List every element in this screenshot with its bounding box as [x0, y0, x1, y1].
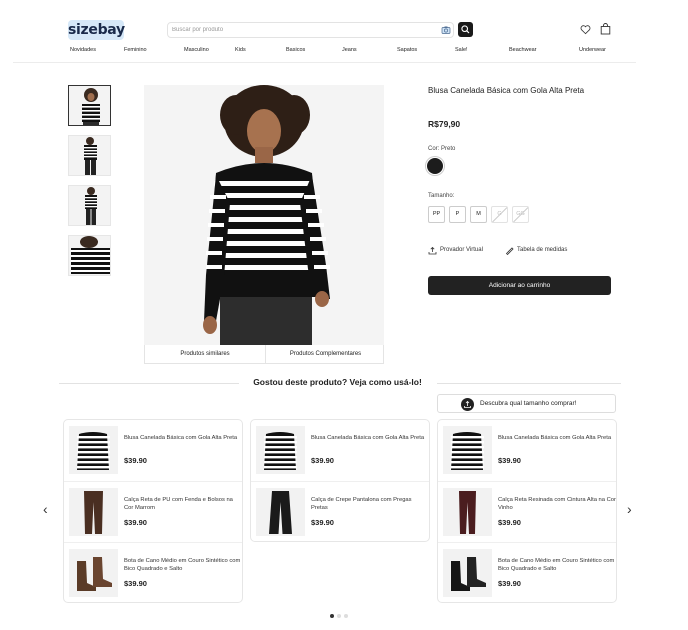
sizebay-logo[interactable]: sizebay: [68, 20, 125, 40]
look-item-name: Calça Reta de PU com Fenda e Bolsos na C…: [124, 497, 233, 511]
thumbnail-image: [69, 86, 110, 125]
thumbnail-image: [69, 136, 110, 175]
carousel-prev-button[interactable]: ‹: [43, 502, 48, 516]
upload-icon: [428, 246, 437, 255]
carousel-dot[interactable]: [337, 614, 341, 618]
carousel-dot[interactable]: [344, 614, 348, 618]
carousel-dot[interactable]: [330, 614, 334, 618]
look-item[interactable]: Calça Reta de PU com Fenda e Bolsos na C…: [64, 481, 242, 542]
heart-icon[interactable]: [580, 24, 591, 35]
thumbnail-2[interactable]: [68, 135, 111, 176]
nav-underwear[interactable]: Underwear: [579, 47, 606, 53]
look-item-name: Calça Reta Resinada com Cintura Alta na …: [498, 497, 616, 511]
color-label: Cor: Preto: [428, 146, 456, 152]
size-finder-label: Descubra qual tamanho comprar!: [480, 400, 577, 407]
model-photo: [144, 85, 384, 345]
nav-basicos[interactable]: Basicos: [286, 47, 305, 53]
size-label: Tamanho:: [428, 193, 455, 199]
product-title: Blusa Canelada Básica com Gola Alta Pret…: [428, 86, 585, 95]
look-item-name: Blusa Canelada Básica com Gola Alta Pret…: [311, 435, 425, 441]
look-item-price: $39.90: [498, 456, 521, 465]
look-item-image: [256, 488, 305, 536]
ruler-icon: [505, 247, 514, 255]
look-item-price: $39.90: [124, 579, 147, 588]
look-item-name: Bota de Cano Médio em Couro Sintético co…: [124, 558, 241, 572]
main-nav: Novidades Feminino Masculino Kids Basico…: [0, 47, 688, 57]
size-finder-button[interactable]: Descubra qual tamanho comprar!: [437, 394, 616, 413]
look-item-name: Bota de Cano Médio em Couro Sintético co…: [498, 558, 615, 572]
look-item-name: Calça de Crepe Pantalona com Pregas Pret…: [311, 497, 412, 511]
look-item-image: [69, 549, 118, 597]
virtual-fitter-label: Provador Virtual: [440, 247, 483, 253]
look-item-name: Blusa Canelada Básica com Gola Alta Pret…: [124, 435, 238, 441]
product-price: R$79,90: [428, 119, 461, 129]
product-tabs: Produtos similares Produtos Complementar…: [144, 345, 384, 364]
search-bar[interactable]: [167, 22, 454, 38]
size-finder-icon: [461, 398, 474, 411]
size-option-g: G: [491, 206, 508, 223]
look-item[interactable]: Bota de Cano Médio em Couro Sintético co…: [438, 542, 616, 603]
look-item-image: [443, 549, 492, 597]
look-item[interactable]: Blusa Canelada Básica com Gola Alta Pret…: [251, 420, 429, 481]
nav-sapatos[interactable]: Sapatos: [397, 47, 417, 53]
nav-feminino[interactable]: Feminino: [124, 47, 147, 53]
look-item[interactable]: Bota de Cano Médio em Couro Sintético co…: [64, 542, 242, 603]
add-to-cart-button[interactable]: Adicionar ao carrinho: [428, 276, 611, 295]
section-divider-right: [437, 383, 621, 384]
look-item-price: $39.90: [498, 579, 521, 588]
thumbnail-4[interactable]: [68, 235, 111, 276]
thumbnail-image: [69, 186, 110, 225]
look-item-price: $39.90: [124, 518, 147, 527]
search-input[interactable]: [172, 24, 432, 36]
look-item-image: [443, 426, 492, 474]
look-item[interactable]: Calça Reta Resinada com Cintura Alta na …: [438, 481, 616, 542]
shopping-bag-icon[interactable]: [600, 23, 611, 35]
nav-masculino[interactable]: Masculino: [184, 47, 209, 53]
carousel-next-button[interactable]: ›: [627, 502, 632, 516]
size-option-pp[interactable]: PP: [428, 206, 445, 223]
size-option-p[interactable]: P: [449, 206, 466, 223]
look-item[interactable]: Blusa Canelada Básica com Gola Alta Pret…: [438, 420, 616, 481]
nav-novidades[interactable]: Novidades: [70, 47, 96, 53]
nav-beachwear[interactable]: Beachwear: [509, 47, 537, 53]
look-item-image: [256, 426, 305, 474]
look-item-price: $39.90: [498, 518, 521, 527]
look-item-image: [69, 488, 118, 536]
tab-similar-products[interactable]: Produtos similares: [145, 345, 265, 364]
look-item[interactable]: Calça de Crepe Pantalona com Pregas Pret…: [251, 481, 429, 542]
section-divider-left: [59, 383, 239, 384]
search-icon: [461, 25, 470, 34]
look-item[interactable]: Blusa Canelada Básica com Gola Alta Pret…: [64, 420, 242, 481]
look-card: Blusa Canelada Básica com Gola Alta Pret…: [63, 419, 243, 603]
look-item-image: [69, 426, 118, 474]
thumbnail-3[interactable]: [68, 185, 111, 226]
nav-kids[interactable]: Kids: [235, 47, 246, 53]
look-item-price: $39.90: [124, 456, 147, 465]
look-card: Blusa Canelada Básica com Gola Alta Pret…: [250, 419, 430, 542]
look-item-name: Blusa Canelada Básica com Gola Alta Pret…: [498, 435, 612, 441]
product-main-image[interactable]: [144, 85, 384, 345]
color-swatch-black[interactable]: [427, 158, 443, 174]
size-option-gg: GG: [512, 206, 529, 223]
size-option-m[interactable]: M: [470, 206, 487, 223]
thumbnail-1[interactable]: [68, 85, 111, 126]
look-card: Blusa Canelada Básica com Gola Alta Pret…: [437, 419, 617, 603]
look-item-price: $39.90: [311, 456, 334, 465]
nav-sale[interactable]: Sale!: [455, 47, 468, 53]
search-button[interactable]: [458, 22, 473, 37]
look-item-price: $39.90: [311, 518, 334, 527]
section-title: Gostou deste produto? Veja como usá-lo!: [253, 377, 422, 387]
header-divider: [13, 62, 636, 63]
size-chart-label: Tabela de medidas: [517, 247, 568, 253]
tab-complementary-products[interactable]: Produtos Complementares: [265, 345, 385, 364]
thumbnail-image: [69, 236, 110, 275]
camera-search-icon[interactable]: [441, 25, 451, 35]
nav-jeans[interactable]: Jeans: [342, 47, 357, 53]
look-item-image: [443, 488, 492, 536]
